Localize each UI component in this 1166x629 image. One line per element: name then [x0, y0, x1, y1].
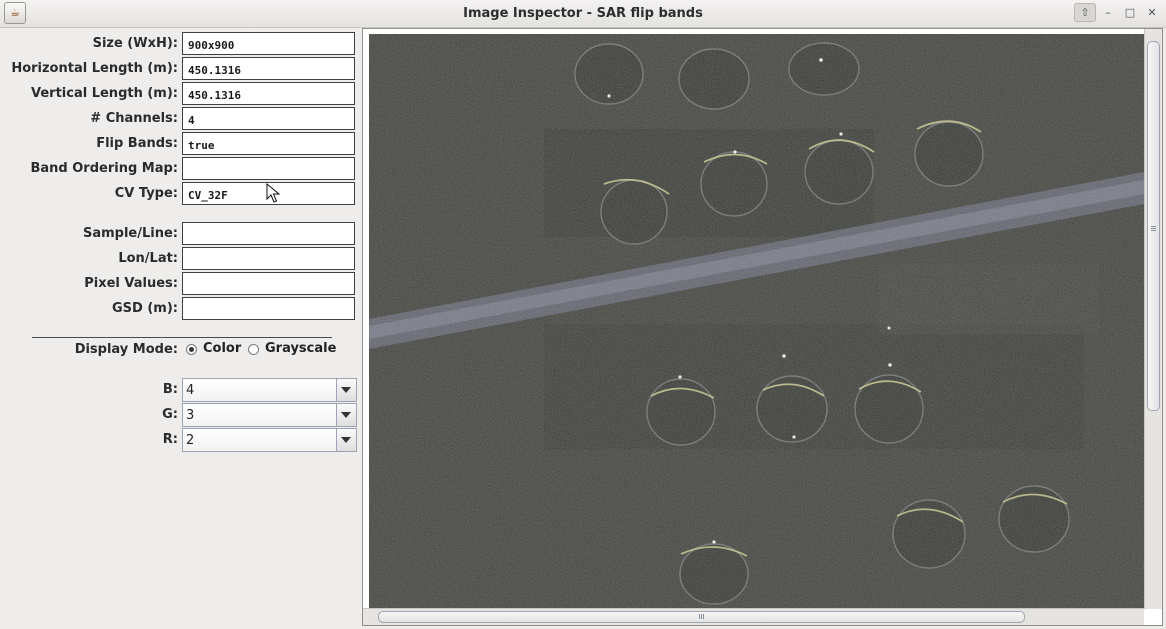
close-icon[interactable]: ✕	[1142, 3, 1162, 22]
chevron-down-icon[interactable]	[336, 429, 356, 451]
horizontal-scroll-thumb[interactable]	[378, 611, 1025, 623]
cv-type-label: CV Type:	[114, 186, 178, 201]
v-length-field[interactable]: 450.1316	[182, 82, 355, 105]
minimize-icon[interactable]: –	[1098, 3, 1118, 22]
title-bar: ☕ Image Inspector - SAR flip bands ⇧ – □…	[0, 0, 1166, 28]
v-length-label: Vertical Length (m):	[31, 86, 178, 101]
color-radio[interactable]	[186, 344, 197, 355]
sar-image-drawing	[369, 34, 1144, 611]
band-b-label: B:	[162, 382, 178, 397]
lonlat-label: Lon/Lat:	[118, 251, 178, 266]
sar-image[interactable]	[369, 34, 1144, 611]
sample-line-row: Sample/Line:	[0, 222, 178, 246]
gsd-row: GSD (m):	[0, 297, 178, 321]
mouse-cursor-icon	[266, 183, 280, 203]
v-length-row: Vertical Length (m):	[0, 82, 178, 106]
flip-field[interactable]: true	[182, 132, 355, 155]
cv-type-row: CV Type:	[0, 182, 178, 206]
band-r-select[interactable]: 2	[182, 428, 357, 452]
h-length-label: Horizontal Length (m):	[11, 61, 178, 76]
gsd-field[interactable]	[182, 297, 355, 320]
pixel-values-row: Pixel Values:	[0, 272, 178, 296]
size-label: Size (WxH):	[92, 36, 178, 51]
image-viewer[interactable]	[362, 28, 1163, 626]
sample-line-field[interactable]	[182, 222, 355, 245]
up-icon[interactable]: ⇧	[1074, 3, 1096, 22]
pixel-values-field[interactable]	[182, 272, 355, 295]
band-r-row: R:	[0, 428, 178, 452]
size-field[interactable]: 900x900	[182, 32, 355, 55]
display-mode-row: Display Mode:	[0, 338, 178, 362]
grayscale-radio[interactable]	[248, 344, 259, 355]
flip-row: Flip Bands:	[0, 132, 178, 156]
h-length-row: Horizontal Length (m):	[0, 57, 178, 81]
pixel-values-label: Pixel Values:	[84, 276, 178, 291]
channels-row: # Channels:	[0, 107, 178, 131]
flip-label: Flip Bands:	[96, 136, 178, 151]
horizontal-scrollbar[interactable]	[363, 608, 1144, 625]
band-r-value: 2	[186, 433, 195, 448]
band-g-value: 3	[186, 408, 195, 423]
lonlat-row: Lon/Lat:	[0, 247, 178, 271]
band-b-value: 4	[186, 383, 195, 398]
channels-field[interactable]: 4	[182, 107, 355, 130]
lonlat-field[interactable]	[182, 247, 355, 270]
chevron-down-icon[interactable]	[336, 379, 356, 401]
band-g-select[interactable]: 3	[182, 403, 357, 427]
color-radio-label[interactable]: Color	[203, 341, 241, 356]
window-controls: ⇧ – □ ✕	[1074, 3, 1162, 22]
vertical-scrollbar[interactable]	[1144, 29, 1162, 609]
h-length-field[interactable]: 450.1316	[182, 57, 355, 80]
band-map-field[interactable]	[182, 157, 355, 180]
size-row: Size (WxH):	[0, 32, 178, 56]
band-map-label: Band Ordering Map:	[30, 161, 178, 176]
display-mode-label: Display Mode:	[74, 342, 178, 357]
band-g-label: G:	[162, 407, 178, 422]
gsd-label: GSD (m):	[112, 301, 178, 316]
maximize-icon[interactable]: □	[1120, 3, 1140, 22]
window-title: Image Inspector - SAR flip bands	[463, 6, 703, 21]
band-r-label: R:	[162, 432, 178, 447]
band-g-row: G:	[0, 403, 178, 427]
band-b-row: B:	[0, 378, 178, 402]
sample-line-label: Sample/Line:	[82, 226, 178, 241]
band-map-row: Band Ordering Map:	[0, 157, 178, 181]
channels-label: # Channels:	[90, 111, 178, 126]
chevron-down-icon[interactable]	[336, 404, 356, 426]
band-b-select[interactable]: 4	[182, 378, 357, 402]
grayscale-radio-label[interactable]: Grayscale	[265, 341, 336, 356]
vertical-scroll-thumb[interactable]	[1147, 41, 1160, 411]
